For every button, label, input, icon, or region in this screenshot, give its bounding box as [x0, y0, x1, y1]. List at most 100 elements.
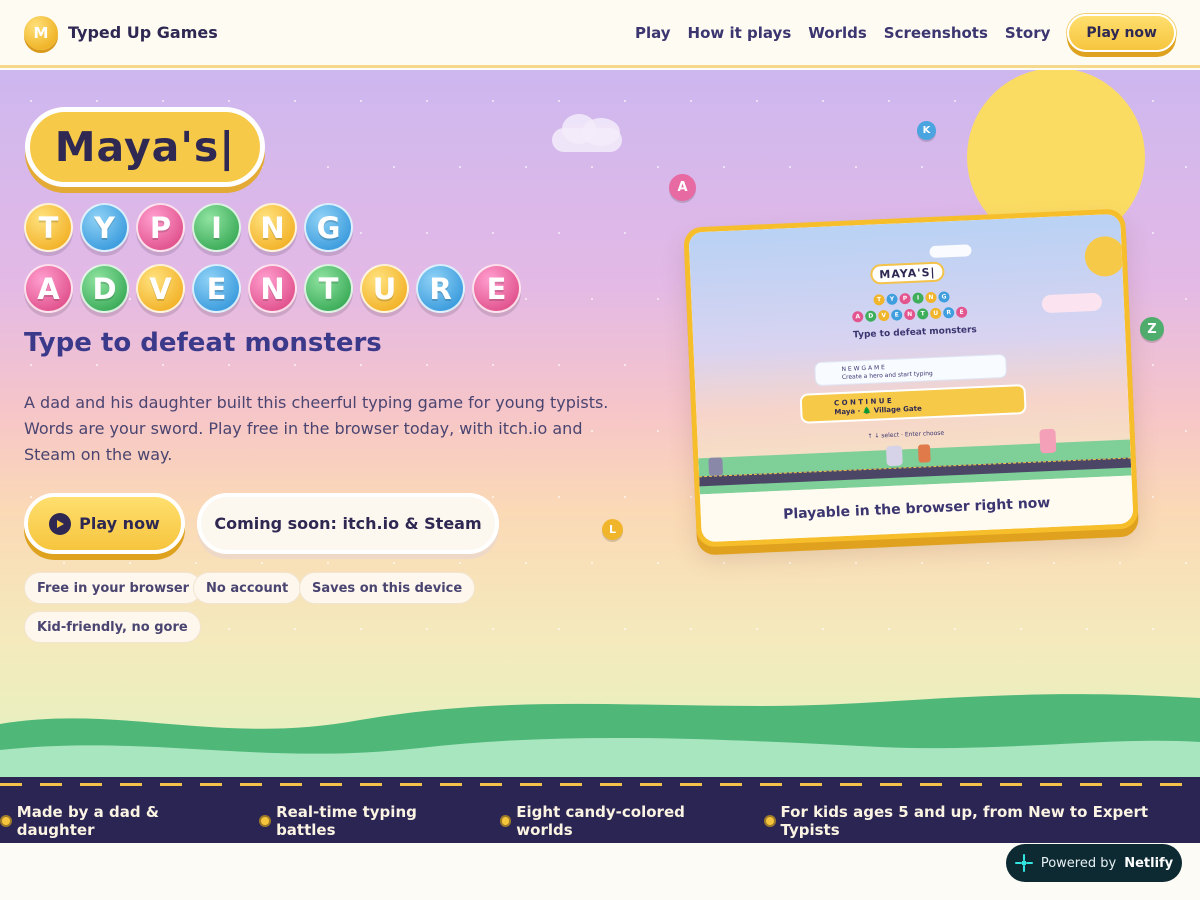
- star-dot: [756, 628, 758, 630]
- preview-continue-button: C O N T I N U E Maya · 🌲 Village Gate: [799, 384, 1027, 424]
- star-dot: [492, 496, 494, 498]
- preview-letter: A: [852, 311, 864, 323]
- star-dot: [96, 364, 98, 366]
- star-dot: [360, 364, 362, 366]
- nav-screenshots[interactable]: Screenshots: [884, 24, 988, 42]
- nav-how-it-plays[interactable]: How it plays: [688, 24, 792, 42]
- hills-decoration: [0, 694, 1200, 778]
- nav-worlds[interactable]: Worlds: [808, 24, 867, 42]
- title-letter: R: [416, 264, 465, 313]
- star-dot: [822, 100, 824, 102]
- preview-tagline: Type to defeat monsters: [852, 325, 978, 341]
- star-dot: [657, 166, 659, 168]
- coming-soon-button[interactable]: Coming soon: itch.io & Steam: [197, 493, 499, 554]
- star-dot: [294, 364, 296, 366]
- star-dot: [525, 166, 527, 168]
- feature-strip: Made by a dad & daughter Real-time typin…: [0, 777, 1200, 843]
- strip-item: Eight candy-colored worlds: [499, 803, 740, 839]
- star-dot: [921, 562, 923, 564]
- star-dot: [690, 100, 692, 102]
- coin-icon: [499, 815, 512, 827]
- title-letter: V: [136, 264, 185, 313]
- screenshot-frame: MAYA'S| T Y P I N G A D V E N T U R E Ty…: [688, 213, 1134, 543]
- preview-new-game-button: N E W G A M E Create a hero and start ty…: [814, 353, 1008, 387]
- star-dot: [327, 166, 329, 168]
- star-dot: [558, 100, 560, 102]
- nav-story[interactable]: Story: [1005, 24, 1050, 42]
- star-dot: [96, 100, 98, 102]
- preview-title-row1: T Y P I N G: [873, 291, 950, 306]
- star-dot: [492, 100, 494, 102]
- star-dot: [426, 628, 428, 630]
- star-dot: [129, 562, 131, 564]
- star-dot: [921, 166, 923, 168]
- title-letter: I: [192, 203, 241, 252]
- title-row-adventure: A D V E N T U R E: [24, 264, 521, 313]
- feature-chip: Kid-friendly, no gore: [24, 611, 201, 643]
- nav-play[interactable]: Play: [635, 24, 671, 42]
- preview-letter: Y: [886, 293, 898, 305]
- star-dot: [1152, 628, 1154, 630]
- title-letter: P: [136, 203, 185, 252]
- star-dot: [756, 100, 758, 102]
- game-screenshot-card[interactable]: MAYA'S| T Y P I N G A D V E N T U R E Ty…: [683, 208, 1139, 548]
- title-letter: D: [80, 264, 129, 313]
- star-dot: [195, 562, 197, 564]
- strip-item: Made by a dad & daughter: [0, 803, 235, 839]
- star-dot: [1185, 430, 1187, 432]
- star-dot: [294, 628, 296, 630]
- star-dot: [987, 562, 989, 564]
- star-dot: [459, 166, 461, 168]
- feature-chip: Saves on this device: [299, 572, 476, 604]
- preview-letter: N: [903, 308, 916, 321]
- title-letter: N: [248, 264, 297, 313]
- star-dot: [228, 628, 230, 630]
- feature-chip: No account: [193, 572, 302, 604]
- cloud-decoration: [1041, 292, 1103, 314]
- strip-item-label: For kids ages 5 and up, from New to Expe…: [780, 803, 1149, 839]
- header-play-now-button[interactable]: Play now: [1067, 13, 1176, 52]
- netlify-icon: [1014, 854, 1033, 872]
- star-dot: [30, 364, 32, 366]
- star-dot: [525, 562, 527, 564]
- star-dot: [558, 364, 560, 366]
- brand[interactable]: M Typed Up Games: [24, 15, 218, 50]
- star-dot: [822, 628, 824, 630]
- strip-items: Made by a dad & daughter Real-time typin…: [0, 803, 1200, 839]
- star-dot: [1119, 562, 1121, 564]
- star-dot: [63, 562, 65, 564]
- strip-item-label: Eight candy-colored worlds: [516, 803, 685, 839]
- star-dot: [723, 166, 725, 168]
- star-dot: [624, 232, 626, 234]
- preview-fox-sprite: [917, 444, 931, 463]
- preview-letter: T: [916, 308, 929, 320]
- star-dot: [327, 562, 329, 564]
- title-letter: A: [24, 264, 73, 313]
- star-dot: [558, 628, 560, 630]
- title-row-typing: T Y P I N G: [24, 203, 353, 252]
- road-dashes: [0, 783, 1200, 786]
- star-dot: [261, 562, 263, 564]
- netlify-badge[interactable]: Powered by Netlify: [1006, 844, 1182, 882]
- star-dot: [558, 232, 560, 234]
- play-icon: [49, 512, 72, 535]
- game-screenshot: MAYA'S| T Y P I N G A D V E N T U R E Ty…: [688, 213, 1132, 495]
- strip-item: Real-time typing battles: [259, 803, 475, 839]
- title-pill: Maya's|: [25, 107, 265, 187]
- title-letter: T: [24, 203, 73, 252]
- star-dot: [1152, 364, 1154, 366]
- strip-item-label: Made by a dad & daughter: [16, 803, 159, 839]
- star-dot: [294, 100, 296, 102]
- preview-letter: E: [891, 309, 903, 321]
- star-dot: [1152, 232, 1154, 234]
- feature-chip: Free in your browser: [24, 572, 203, 604]
- star-dot: [789, 562, 791, 564]
- preview-monster-sprite: [1039, 428, 1057, 454]
- star-dot: [261, 166, 263, 168]
- star-dot: [624, 496, 626, 498]
- main-nav: Play How it plays Worlds Screenshots Sto…: [635, 13, 1176, 52]
- preview-letter: N: [925, 291, 937, 304]
- hero-play-now-button[interactable]: Play now: [24, 493, 185, 554]
- preview-letter: R: [942, 307, 955, 319]
- star-dot: [690, 628, 692, 630]
